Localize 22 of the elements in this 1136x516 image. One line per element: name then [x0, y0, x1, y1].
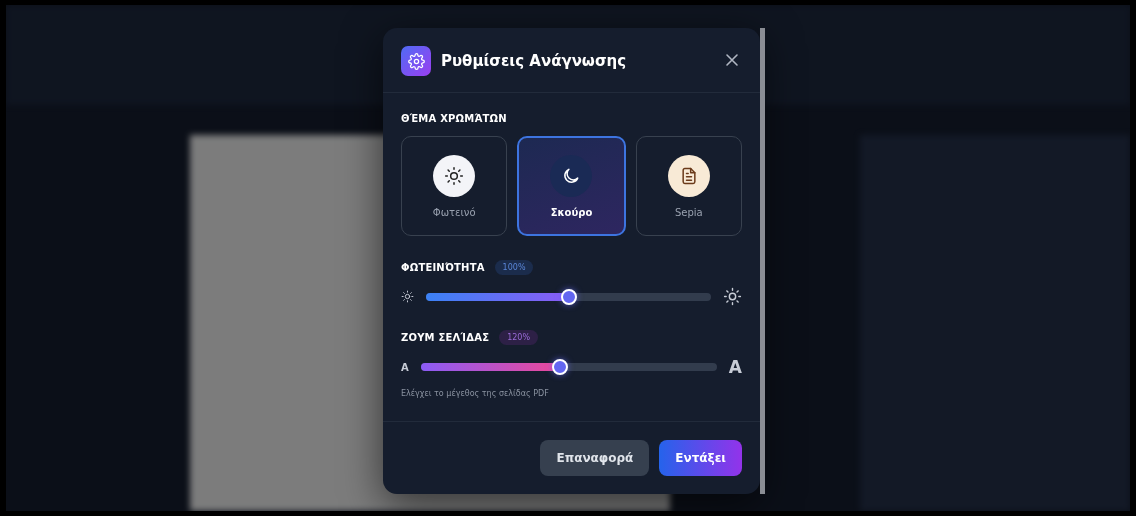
settings-icon [401, 46, 431, 76]
sun-icon [433, 154, 476, 197]
theme-option[interactable]: Σκούρο [517, 136, 626, 236]
document-icon [667, 154, 710, 197]
help-text: Ελέγχει το μέγεθος της σελίδας PDF [401, 389, 550, 398]
value-badge: 100% [494, 260, 534, 275]
sun-icon [723, 287, 742, 306]
value-badge: 120% [499, 330, 539, 345]
reset-button[interactable]: Επαναφορά [540, 440, 650, 476]
theme-option[interactable]: Sepia [635, 136, 742, 236]
section-label: ΘΈΜΑ ΧΡΩΜΆΤΩΝ [401, 113, 508, 124]
slider-label: ΖΟΥΜ ΣΕΛΊΔΑΣ [401, 332, 490, 343]
sun-icon [401, 290, 414, 303]
theme-option[interactable]: Φωτεινό [401, 136, 508, 236]
slider-thumb[interactable] [551, 359, 568, 375]
large-text-label: A [728, 357, 742, 377]
scrollbar[interactable] [760, 28, 765, 494]
ok-button[interactable]: Εντάξει [659, 440, 742, 476]
slider-label: ΦΩΤΕΙΝΌΤΗΤΑ [401, 262, 485, 273]
dialog-title: Ρυθμίσεις Ανάγνωσης [441, 52, 628, 70]
small-text-label: A [401, 361, 409, 373]
slider-thumb[interactable] [560, 288, 577, 305]
